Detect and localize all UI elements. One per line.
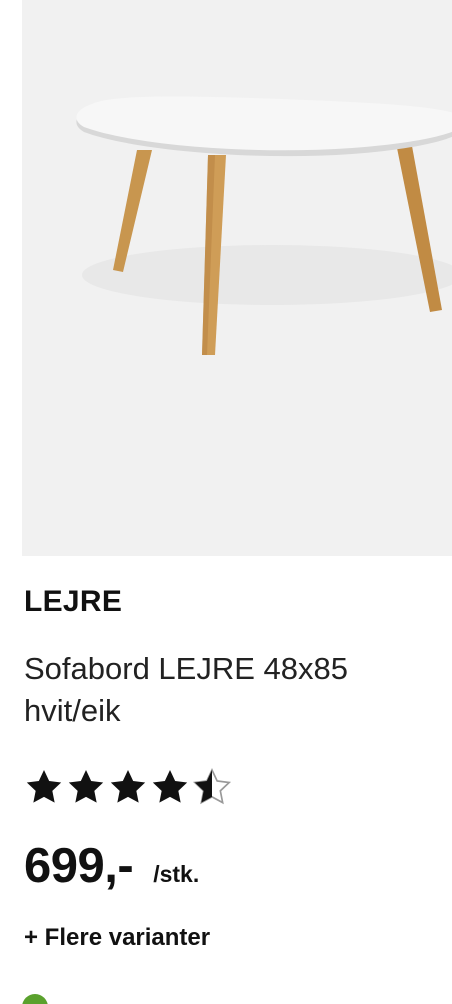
product-page: LEJRE Sofabord LEJRE 48x85 hvit/eik 699,…: [0, 0, 452, 1004]
product-image[interactable]: [22, 0, 452, 556]
star-full-icon: [110, 770, 146, 803]
star-half-icon: [192, 768, 232, 805]
rating-stars[interactable]: [24, 766, 234, 808]
product-brand: LEJRE: [24, 585, 123, 618]
coffee-table-photo: [76, 96, 452, 355]
star-full-icon: [68, 770, 104, 803]
price-unit: /stk.: [153, 861, 200, 887]
product-price: 699,-: [24, 839, 134, 893]
price-row: 699,- /stk.: [24, 838, 199, 894]
more-variants-link[interactable]: + Flere varianter: [24, 924, 210, 952]
stock-status-icon: [22, 994, 48, 1004]
product-title[interactable]: Sofabord LEJRE 48x85 hvit/eik: [24, 648, 434, 732]
star-full-icon: [152, 770, 188, 803]
star-full-icon: [26, 770, 62, 803]
